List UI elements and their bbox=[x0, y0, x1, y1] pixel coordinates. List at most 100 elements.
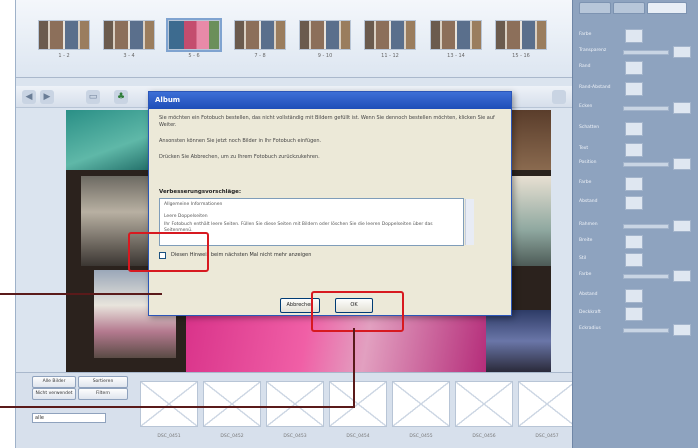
image-filename: DSC_0451 bbox=[157, 434, 181, 439]
property-label: Ecken bbox=[579, 104, 593, 109]
page-thumbnail[interactable]: 7 - 8 bbox=[234, 20, 286, 59]
image-placeholder[interactable]: DSC_0455 bbox=[392, 381, 450, 439]
property-value-field[interactable] bbox=[673, 324, 691, 336]
sort-button[interactable]: Sortieren bbox=[78, 376, 128, 388]
folder-select[interactable]: alle bbox=[32, 413, 106, 423]
property-control[interactable] bbox=[625, 61, 643, 75]
forward-arrow-icon[interactable]: ▶ bbox=[40, 90, 54, 104]
page-thumbnail-caption: 5 - 6 bbox=[188, 53, 200, 59]
property-slider[interactable] bbox=[623, 328, 669, 333]
photo-teal-fabric[interactable] bbox=[66, 110, 156, 170]
property-label: Abstand bbox=[579, 292, 598, 297]
placeholder-cross-icon bbox=[204, 382, 260, 426]
property-value-field[interactable] bbox=[673, 158, 691, 170]
page-thumbnail[interactable]: 3 - 4 bbox=[103, 20, 155, 59]
page-thumbnail[interactable]: 15 - 16 bbox=[495, 20, 547, 59]
page-thumbnail[interactable]: 11 - 12 bbox=[364, 20, 416, 59]
callout-ok-highlight bbox=[311, 291, 404, 332]
page-thumbnail-caption: 13 - 14 bbox=[447, 53, 465, 59]
property-control[interactable] bbox=[625, 253, 643, 267]
filter-button[interactable]: Filtern bbox=[78, 388, 128, 400]
image-placeholder[interactable]: DSC_0454 bbox=[329, 381, 387, 439]
page-thumbnail-image bbox=[299, 20, 351, 50]
page-thumbnail-image bbox=[495, 20, 547, 50]
photo-light[interactable] bbox=[506, 176, 551, 266]
property-value-field[interactable] bbox=[673, 220, 691, 232]
page-thumbnail-caption: 7 - 8 bbox=[254, 53, 266, 59]
property-control[interactable] bbox=[625, 235, 643, 249]
image-placeholder[interactable]: DSC_0456 bbox=[455, 381, 513, 439]
placeholder-cross-icon bbox=[267, 382, 323, 426]
dialog-message-3: Drücken Sie Abbrechen, um zu Ihrem Fotob… bbox=[159, 154, 320, 160]
property-label: Schatten bbox=[579, 125, 600, 130]
property-label: Farbe bbox=[579, 272, 592, 277]
property-control[interactable] bbox=[625, 82, 643, 96]
page-thumbnail[interactable]: 13 - 14 bbox=[430, 20, 482, 59]
property-control[interactable] bbox=[625, 122, 643, 136]
property-value-field[interactable] bbox=[673, 270, 691, 282]
page-thumbnail[interactable]: 9 - 10 bbox=[299, 20, 351, 59]
property-value-field[interactable] bbox=[673, 102, 691, 114]
property-slider[interactable] bbox=[623, 224, 669, 229]
page-filmstrip: 1 - 2 3 - 4 5 - 6 7 - 8 9 - 10 11 - 12 13 - 14… bbox=[16, 0, 573, 78]
image-filename: DSC_0456 bbox=[472, 434, 496, 439]
placeholder-cross-icon bbox=[330, 382, 386, 426]
app-window: 1 - 2 3 - 4 5 - 6 7 - 8 9 - 10 11 - 12 13 - 14… bbox=[15, 0, 576, 448]
suggestions-scrollbar[interactable] bbox=[465, 199, 474, 245]
property-label: Breite bbox=[579, 238, 593, 243]
image-placeholder[interactable]: DSC_0453 bbox=[266, 381, 324, 439]
panel-tab-1[interactable] bbox=[579, 2, 611, 14]
all-images-button[interactable]: Alle Bilder bbox=[32, 376, 76, 388]
back-arrow-icon[interactable]: ◀ bbox=[22, 90, 36, 104]
suggestions-label: Verbesserungsvorschläge: bbox=[159, 189, 242, 195]
image-filename: DSC_0453 bbox=[283, 434, 307, 439]
property-label: Farbe bbox=[579, 180, 592, 185]
dialog-message-1: Sie möchten ein Fotobuch bestellen, das … bbox=[159, 115, 495, 128]
placeholder-cross-icon bbox=[141, 382, 197, 426]
property-value-field[interactable] bbox=[673, 46, 691, 58]
property-label: Rand bbox=[579, 64, 591, 69]
property-slider[interactable] bbox=[623, 50, 669, 55]
property-label: Farbe bbox=[579, 32, 592, 37]
suggestion-heading: Allgemeine Informationen bbox=[164, 202, 223, 207]
unused-images-button[interactable]: Nicht verwendet bbox=[32, 388, 76, 400]
page-thumbnail-caption: 3 - 4 bbox=[123, 53, 135, 59]
property-label: Abstand bbox=[579, 199, 598, 204]
panel-tab-2[interactable] bbox=[613, 2, 645, 14]
property-control[interactable] bbox=[625, 143, 643, 157]
property-label: Rahmen bbox=[579, 222, 598, 227]
page-thumbnail-image bbox=[430, 20, 482, 50]
image-placeholder[interactable]: DSC_0457 bbox=[518, 381, 576, 439]
tree-icon[interactable]: ♣ bbox=[114, 90, 128, 104]
dialog-message-2: Ansonsten können Sie jetzt noch Bilder i… bbox=[159, 138, 322, 144]
property-control[interactable] bbox=[625, 289, 643, 303]
photo-blue[interactable] bbox=[486, 310, 551, 372]
image-placeholder[interactable]: DSC_0451 bbox=[140, 381, 198, 439]
property-label: Transparenz bbox=[579, 48, 607, 53]
page-thumbnail-image bbox=[103, 20, 155, 50]
property-control[interactable] bbox=[625, 307, 643, 321]
callout-line-2-vertical bbox=[353, 328, 355, 408]
properties-panel: Farbe Transparenz Rand Rand-Abstand Ecken Sch… bbox=[572, 0, 698, 448]
page-thumbnail-image bbox=[166, 18, 222, 52]
image-filename: DSC_0457 bbox=[535, 434, 559, 439]
property-control[interactable] bbox=[625, 29, 643, 43]
property-label: Deckkraft bbox=[579, 310, 601, 315]
property-slider[interactable] bbox=[623, 274, 669, 279]
property-label: Stil bbox=[579, 256, 587, 261]
image-placeholder[interactable]: DSC_0452 bbox=[203, 381, 261, 439]
property-control[interactable] bbox=[625, 177, 643, 191]
page-thumbnail[interactable]: 5 - 6 bbox=[166, 18, 222, 59]
expand-icon[interactable] bbox=[552, 90, 566, 104]
property-slider[interactable] bbox=[623, 106, 669, 111]
album-dialog: Album Sie möchten ein Fotobuch bestellen… bbox=[148, 91, 512, 316]
page-icon[interactable]: ▭ bbox=[86, 90, 100, 104]
page-thumbnail[interactable]: 1 - 2 bbox=[38, 20, 90, 59]
panel-tab-3[interactable] bbox=[647, 2, 687, 14]
placeholder-cross-icon bbox=[393, 382, 449, 426]
property-label: Position bbox=[579, 160, 597, 165]
property-control[interactable] bbox=[625, 196, 643, 210]
property-label: Text bbox=[579, 146, 589, 151]
placeholder-cross-icon bbox=[456, 382, 512, 426]
property-slider[interactable] bbox=[623, 162, 669, 167]
